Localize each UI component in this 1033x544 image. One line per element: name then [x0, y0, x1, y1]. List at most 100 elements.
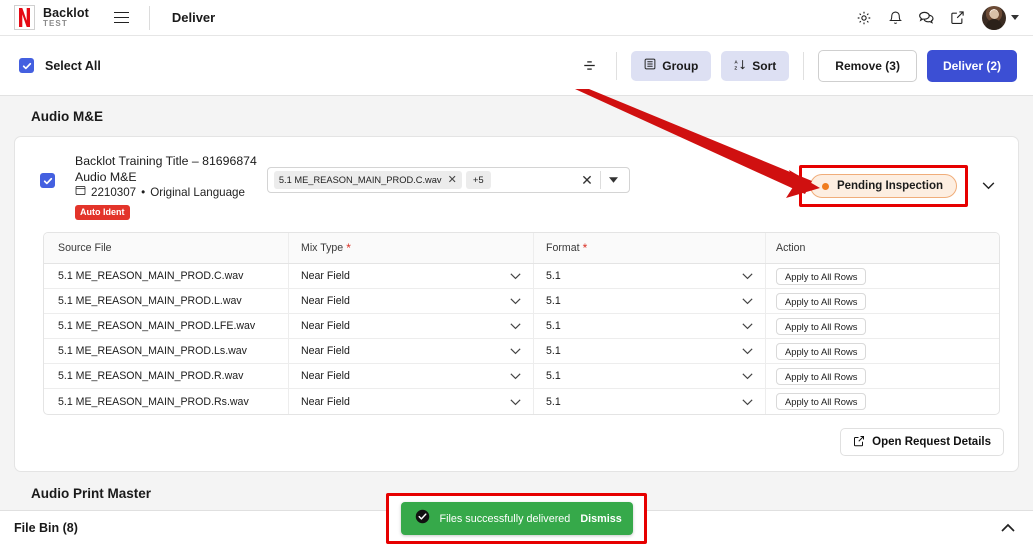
- file-chip-more[interactable]: +5: [465, 171, 491, 189]
- density-icon[interactable]: [576, 53, 602, 79]
- select-all-checkbox[interactable]: [19, 58, 34, 73]
- cell-source-file: 5.1 ME_REASON_MAIN_PROD.LFE.wav: [58, 320, 256, 332]
- format-select[interactable]: 5.1: [533, 339, 765, 363]
- format-select[interactable]: 5.1: [533, 389, 765, 414]
- chat-icon[interactable]: [917, 9, 935, 27]
- card-id: 2210307: [91, 186, 137, 199]
- format-value: 5.1: [546, 370, 561, 382]
- apply-to-all-rows-button[interactable]: Apply to All Rows: [776, 317, 867, 335]
- card-expand-chevron-down-icon[interactable]: [978, 182, 998, 190]
- sort-button[interactable]: A Z Sort: [721, 50, 790, 81]
- chevron-down-icon[interactable]: [742, 292, 753, 310]
- card-subtitle: Audio M&E: [75, 170, 137, 184]
- open-request-details-button[interactable]: Open Request Details: [840, 428, 1004, 456]
- mix-type-value: Near Field: [301, 270, 350, 282]
- file-select-input[interactable]: 5.1 ME_REASON_MAIN_PROD.C.wav ✕ +5 ✕: [266, 167, 630, 193]
- apply-to-all-rows-button[interactable]: Apply to All Rows: [776, 393, 867, 410]
- format-select[interactable]: 5.1: [533, 314, 765, 338]
- table-row: 5.1 ME_REASON_MAIN_PROD.Ls.wav Near Field…: [44, 339, 999, 364]
- status-dot-icon: [821, 182, 829, 190]
- mix-type-select[interactable]: Near Field: [288, 289, 533, 313]
- status-highlight-annotation: Pending Inspection: [798, 165, 968, 207]
- group-icon: [644, 58, 656, 73]
- mix-type-select[interactable]: Near Field: [288, 314, 533, 338]
- gear-icon[interactable]: [855, 9, 873, 27]
- mix-type-value: Near Field: [301, 395, 350, 408]
- cell-action: Apply to All Rows: [765, 314, 999, 338]
- auto-ident-badge: Auto Ident: [75, 205, 130, 220]
- card-checkbox[interactable]: [40, 173, 55, 188]
- file-chip[interactable]: 5.1 ME_REASON_MAIN_PROD.C.wav ✕: [273, 171, 462, 189]
- required-asterisk: *: [346, 241, 351, 255]
- svg-text:A: A: [735, 59, 739, 64]
- chevron-down-icon[interactable]: [510, 342, 521, 360]
- chevron-down-icon[interactable]: [510, 367, 521, 385]
- table-header-row: Source File Mix Type * Format * Action: [44, 233, 999, 264]
- chevron-down-icon[interactable]: [742, 317, 753, 335]
- cell-source-file: 5.1 ME_REASON_MAIN_PROD.C.wav: [58, 270, 244, 282]
- select-all-label: Select All: [45, 58, 101, 73]
- format-select[interactable]: 5.1: [533, 264, 765, 288]
- delivery-card: Backlot Training Title – 81696874 Audio …: [14, 136, 1019, 472]
- select-all-control[interactable]: Select All: [0, 58, 101, 73]
- file-select-chevron-down-icon[interactable]: [601, 177, 627, 183]
- mix-type-select[interactable]: Near Field: [288, 339, 533, 363]
- deliver-button[interactable]: Deliver (2): [926, 49, 1017, 82]
- content-area: Audio M&E Backlot Training Title – 81696…: [0, 96, 1033, 510]
- apply-to-all-rows-button[interactable]: Apply to All Rows: [776, 342, 867, 360]
- remove-button[interactable]: Remove (3): [818, 49, 917, 82]
- card-language: Original Language: [150, 186, 245, 199]
- brand-text: Backlot TEST: [43, 6, 89, 29]
- bell-icon[interactable]: [886, 9, 904, 27]
- card-title: Backlot Training Title – 81696874: [75, 154, 257, 168]
- cell-action: Apply to All Rows: [765, 339, 999, 363]
- brand[interactable]: Backlot TEST: [0, 5, 89, 30]
- chevron-down-icon[interactable]: [742, 342, 753, 360]
- card-header: Backlot Training Title – 81696874 Audio …: [15, 137, 1018, 232]
- group-button[interactable]: Group: [631, 50, 712, 81]
- mix-type-select[interactable]: Near Field: [288, 264, 533, 288]
- file-bin-chevron-up-icon[interactable]: [1001, 523, 1033, 532]
- mix-type-select[interactable]: Near Field: [288, 389, 533, 414]
- action-bar: Select All Group A Z Sort Remove (3) Del…: [0, 36, 1033, 96]
- deliver-page: Backlot TEST Deliver Select All Group A …: [0, 0, 1033, 544]
- cell-source-file: 5.1 ME_REASON_MAIN_PROD.Ls.wav: [58, 345, 247, 357]
- page-title: Deliver: [171, 10, 216, 25]
- chevron-down-icon[interactable]: [742, 267, 753, 285]
- chevron-down-icon[interactable]: [510, 267, 521, 285]
- table-row: 5.1 ME_REASON_MAIN_PROD.LFE.wav Near Fiel…: [44, 314, 999, 339]
- chevron-down-icon[interactable]: [1011, 15, 1019, 20]
- source-file-table: Source File Mix Type * Format * Action 5.1…: [43, 232, 1000, 415]
- apply-to-all-rows-button[interactable]: Apply to All Rows: [776, 292, 867, 310]
- card-footer: Open Request Details: [15, 415, 1018, 471]
- status-badge[interactable]: Pending Inspection: [809, 174, 957, 198]
- chevron-down-icon[interactable]: [510, 393, 521, 411]
- external-link-icon[interactable]: [948, 9, 966, 27]
- apply-to-all-rows-button[interactable]: Apply to All Rows: [776, 367, 867, 385]
- file-chips: 5.1 ME_REASON_MAIN_PROD.C.wav ✕ +5: [270, 171, 491, 189]
- mix-type-select[interactable]: Near Field: [288, 364, 533, 388]
- cell-action: Apply to All Rows: [765, 289, 999, 313]
- hamburger-menu-icon[interactable]: [105, 0, 139, 36]
- chevron-down-icon[interactable]: [742, 367, 753, 385]
- chevron-down-icon[interactable]: [510, 317, 521, 335]
- file-chip-remove-icon[interactable]: ✕: [448, 174, 457, 186]
- user-menu[interactable]: [982, 5, 1019, 30]
- cell-source-file: 5.1 ME_REASON_MAIN_PROD.R.wav: [58, 370, 244, 382]
- table-body: 5.1 ME_REASON_MAIN_PROD.C.wav Near Field 5…: [44, 264, 999, 414]
- clear-icon[interactable]: ✕: [574, 173, 600, 187]
- avatar[interactable]: [982, 5, 1006, 30]
- table-row: 5.1 ME_REASON_MAIN_PROD.Rs.wav Near Field…: [44, 389, 999, 414]
- format-value: 5.1: [546, 295, 561, 307]
- apply-to-all-rows-button[interactable]: Apply to All Rows: [776, 267, 867, 285]
- cell-source-file: 5.1 ME_REASON_MAIN_PROD.Rs.wav: [58, 395, 249, 408]
- column-header-mix-type: Mix Type *: [288, 233, 533, 263]
- status-area: Pending Inspection: [798, 151, 1004, 207]
- required-asterisk: *: [582, 241, 588, 255]
- format-select[interactable]: 5.1: [533, 364, 765, 388]
- chevron-down-icon[interactable]: [510, 292, 521, 310]
- toast-dismiss-button[interactable]: Dismiss: [580, 513, 621, 525]
- mix-type-value: Near Field: [301, 345, 350, 357]
- format-select[interactable]: 5.1: [533, 289, 765, 313]
- chevron-down-icon[interactable]: [742, 393, 753, 411]
